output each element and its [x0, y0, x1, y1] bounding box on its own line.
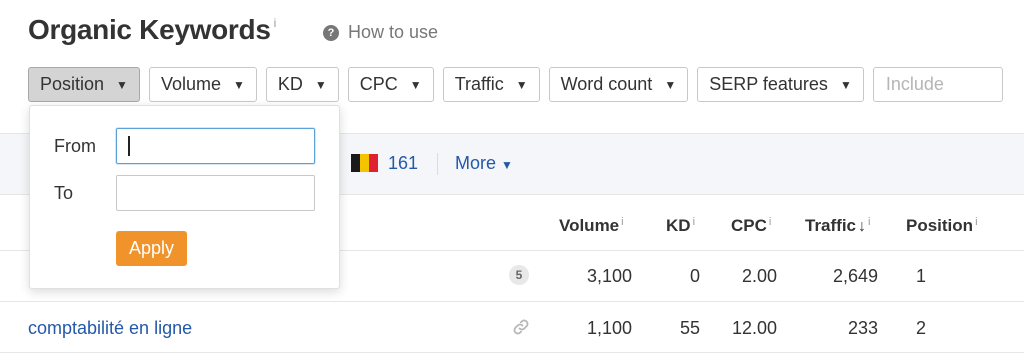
header-label: Traffic	[805, 216, 857, 235]
more-countries-button[interactable]: More ▼	[455, 153, 513, 174]
header-label: KD	[666, 216, 691, 235]
column-header-volume[interactable]: Volume i	[559, 216, 624, 236]
keyword-link[interactable]: comptabilité en ligne	[28, 318, 192, 339]
volume-cell: 1,100	[586, 318, 632, 338]
header-label: Volume	[559, 216, 620, 235]
column-header-kd[interactable]: KD i	[666, 216, 695, 236]
caret-down-icon: ▼	[501, 158, 513, 172]
caret-down-icon: ▼	[664, 77, 677, 92]
title-info-icon[interactable]: i	[274, 16, 277, 30]
link-icon[interactable]	[512, 318, 530, 336]
page-title: Organic Keywords	[28, 14, 271, 45]
filter-label: Position	[40, 74, 105, 94]
filter-label: Word count	[560, 74, 653, 94]
caret-down-icon: ▼	[515, 77, 528, 92]
serp-features-count-badge[interactable]: 5	[509, 265, 529, 285]
info-icon[interactable]: i	[621, 216, 623, 228]
divider	[0, 352, 1024, 353]
caret-down-icon: ▼	[116, 77, 128, 92]
apply-button[interactable]: Apply	[116, 231, 188, 266]
header-label: CPC	[731, 216, 767, 235]
caret-down-icon: ▼	[232, 77, 245, 92]
volume-cell: 3,100	[586, 266, 632, 286]
volume-filter-button[interactable]: Volume ▼	[148, 67, 257, 102]
traffic-cell: 233	[847, 318, 878, 338]
position-from-input[interactable]	[116, 128, 315, 164]
text-cursor	[128, 136, 130, 156]
kd-cell: 55	[679, 318, 700, 338]
filter-label: Traffic	[454, 74, 504, 94]
serp-features-filter-button[interactable]: SERP features ▼	[697, 67, 864, 102]
how-to-use-link[interactable]: ? How to use	[323, 22, 438, 43]
traffic-cell: 2,649	[832, 266, 878, 286]
caret-down-icon: ▼	[839, 77, 852, 92]
cpc-cell: 12.00	[731, 318, 777, 338]
to-label: To	[54, 183, 74, 203]
filter-label: CPC	[359, 74, 398, 94]
info-icon[interactable]: i	[769, 216, 771, 228]
cpc-filter-button[interactable]: CPC ▼	[347, 67, 434, 102]
position-filter-dropdown: From To Apply	[29, 105, 340, 289]
filter-bar: Position ▼ Volume ▼ KD ▼ CPC ▼ Traffic ▼ Word…	[28, 67, 1003, 102]
info-icon[interactable]: i	[693, 216, 695, 228]
caret-down-icon: ▼	[409, 77, 422, 92]
traffic-filter-button[interactable]: Traffic ▼	[442, 67, 540, 102]
filter-label: KD	[277, 74, 303, 94]
column-header-traffic[interactable]: Traffic ↓ i	[805, 216, 870, 236]
position-cell: 1	[916, 266, 927, 286]
country-count[interactable]: 161	[388, 153, 418, 174]
caret-down-icon: ▼	[314, 77, 327, 92]
help-icon: ?	[323, 24, 339, 41]
position-filter-button[interactable]: Position ▼	[28, 67, 140, 102]
page-header: Organic Keywords i	[28, 14, 276, 46]
kd-cell: 0	[689, 266, 700, 286]
filter-label: SERP features	[709, 74, 828, 94]
sort-desc-icon: ↓	[858, 218, 867, 235]
kd-filter-button[interactable]: KD ▼	[265, 67, 339, 102]
column-header-cpc[interactable]: CPC i	[731, 216, 771, 236]
divider	[437, 153, 438, 175]
info-icon[interactable]: i	[868, 216, 870, 228]
position-cell: 2	[916, 318, 927, 338]
how-to-use-label: How to use	[348, 22, 439, 42]
cpc-cell: 2.00	[741, 266, 777, 286]
word-count-filter-button[interactable]: Word count ▼	[548, 67, 689, 102]
from-label: From	[54, 136, 96, 156]
filter-label: Volume	[160, 74, 221, 94]
more-label: More	[455, 153, 497, 173]
column-header-position[interactable]: Position i	[906, 216, 978, 236]
include-input[interactable]: Include	[872, 67, 1003, 102]
info-icon[interactable]: i	[975, 216, 977, 228]
header-label: Position	[906, 216, 974, 235]
position-to-input[interactable]	[116, 175, 315, 211]
belgium-flag-icon[interactable]	[351, 154, 378, 172]
divider	[0, 301, 1024, 302]
